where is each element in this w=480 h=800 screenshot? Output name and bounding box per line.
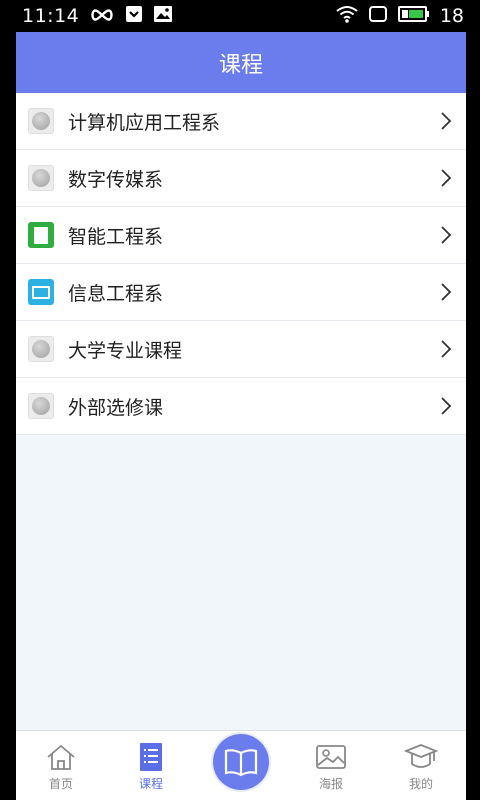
course-item-information-engineering[interactable]: 信息工程系 — [16, 264, 466, 321]
chevron-right-icon — [440, 168, 452, 188]
course-item-intelligent-engineering[interactable]: 智能工程系 — [16, 207, 466, 264]
tab-courses-label: 课程 — [138, 777, 163, 791]
infinity-icon — [89, 7, 115, 26]
notebook-icon — [28, 222, 54, 248]
tab-profile[interactable]: 我的 — [386, 742, 456, 792]
course-item-external-elective[interactable]: 外部选修课 — [16, 378, 466, 435]
status-time: 11:14 — [22, 5, 80, 27]
chevron-right-icon — [440, 111, 452, 131]
course-item-computer-application[interactable]: 计算机应用工程系 — [16, 93, 466, 150]
chevron-right-icon — [440, 396, 452, 416]
course-item-label: 智能工程系 — [68, 225, 164, 248]
course-item-label: 数字传媒系 — [68, 168, 164, 191]
list-icon — [134, 742, 168, 772]
image-icon — [314, 742, 348, 772]
tab-home[interactable]: 首页 — [26, 742, 96, 792]
course-list: 计算机应用工程系 数字传媒系 智能工程系 信息工程系 大学专业课程 外部选修课 — [16, 93, 466, 435]
image-notification-icon — [153, 5, 173, 27]
battery-icon — [397, 6, 430, 26]
course-item-university-major[interactable]: 大学专业课程 — [16, 321, 466, 378]
shield-notification-icon — [125, 5, 143, 27]
course-item-label: 信息工程系 — [68, 282, 164, 305]
home-icon — [44, 742, 78, 772]
course-item-label: 大学专业课程 — [68, 339, 183, 362]
monitor-icon — [28, 279, 54, 305]
tab-home-label: 首页 — [48, 777, 73, 791]
signal-icon — [368, 5, 388, 27]
status-left: 11:14 — [22, 5, 173, 27]
page-title: 课程 — [218, 52, 263, 78]
tab-posters[interactable]: 海报 — [296, 742, 366, 792]
chevron-right-icon — [440, 282, 452, 302]
coin-icon — [28, 336, 54, 362]
tab-profile-label: 我的 — [408, 777, 433, 791]
coin-icon — [28, 393, 54, 419]
tab-courses[interactable]: 课程 — [116, 742, 186, 792]
coin-icon — [28, 108, 54, 134]
status-right: 18 — [336, 5, 464, 27]
book-icon — [213, 734, 269, 790]
course-item-label: 计算机应用工程系 — [68, 111, 221, 134]
graduation-cap-icon — [404, 742, 438, 772]
chevron-right-icon — [440, 225, 452, 245]
chevron-right-icon — [440, 339, 452, 359]
coin-icon — [28, 165, 54, 191]
course-item-digital-media[interactable]: 数字传媒系 — [16, 150, 466, 207]
wifi-icon — [336, 5, 358, 27]
app-screen: 课程 计算机应用工程系 数字传媒系 智能工程系 信息工程系 大学专业课程 外部选… — [16, 32, 466, 800]
bottom-tab-bar: 首页 课程 海报 我的 — [16, 730, 466, 800]
tab-posters-label: 海报 — [318, 777, 343, 791]
battery-level: 18 — [439, 5, 464, 27]
status-bar: 11:14 18 — [0, 0, 480, 32]
course-item-label: 外部选修课 — [68, 396, 164, 419]
tab-library[interactable] — [206, 734, 276, 792]
app-header: 课程 — [16, 32, 466, 93]
